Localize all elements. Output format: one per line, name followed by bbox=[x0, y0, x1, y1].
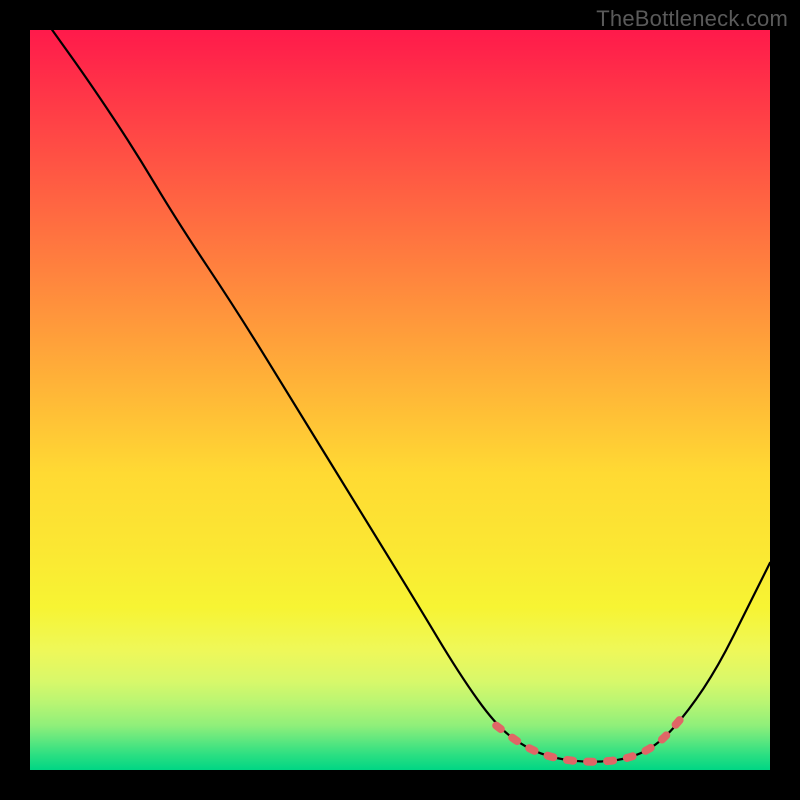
bottleneck-curve bbox=[52, 30, 770, 762]
watermark-text: TheBottleneck.com bbox=[596, 6, 788, 32]
gradient-plot-area bbox=[30, 30, 770, 770]
highlighted-dashed-segment bbox=[496, 718, 681, 761]
curve-layer bbox=[30, 30, 770, 770]
chart-frame: TheBottleneck.com bbox=[0, 0, 800, 800]
